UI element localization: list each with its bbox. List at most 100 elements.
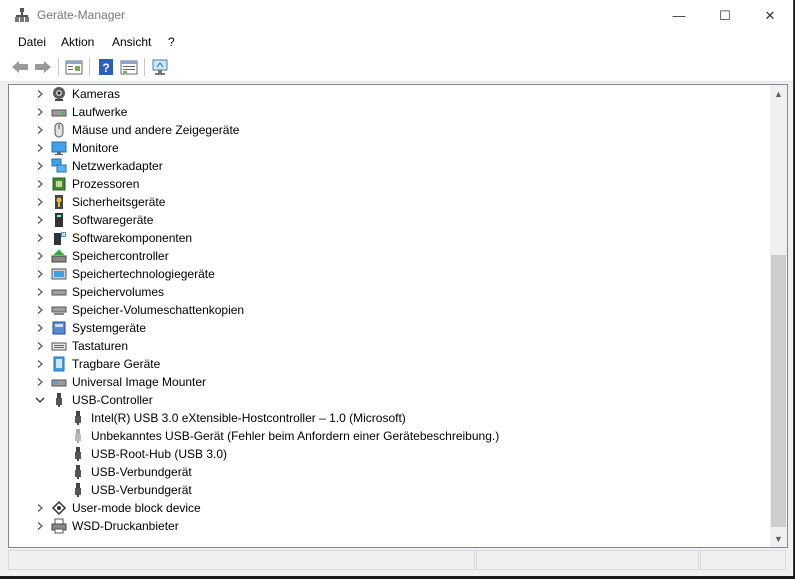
menu-datei[interactable]: Datei [18,35,46,49]
toolbar-separator [58,58,59,76]
monitor-icon [51,140,67,156]
maximize-button[interactable]: ☐ [702,0,748,31]
tree-item-label: Softwaregeräte [72,213,154,227]
status-cell [700,550,786,570]
view-icon[interactable] [119,57,139,77]
vertical-scrollbar[interactable]: ▲ ▼ [770,85,787,547]
tree-device[interactable]: Intel(R) USB 3.0 eXtensible-Hostcontroll… [9,409,767,427]
tree-device[interactable]: USB-Verbundgerät [9,481,767,499]
minimize-button[interactable]: — [656,0,702,31]
tree-device[interactable]: USB-Verbundgerät [9,463,767,481]
tree-category[interactable]: Tragbare Geräte [9,355,767,373]
tree-category[interactable]: Speichercontroller [9,247,767,265]
tree-device[interactable]: USB-Root-Hub (USB 3.0) [9,445,767,463]
menu-ansicht[interactable]: Ansicht [112,35,151,49]
chevron-right-icon[interactable] [35,89,45,99]
tree-item-label: Netzwerkadapter [72,159,163,173]
tree-category[interactable]: Systemgeräte [9,319,767,337]
forward-icon[interactable] [33,57,53,77]
tree-item-label: Universal Image Mounter [72,375,207,389]
chevron-right-icon[interactable] [35,215,45,225]
scroll-up-icon[interactable]: ▲ [770,85,787,102]
shadow-copy-icon [51,302,67,318]
storage-controller-icon [51,248,67,264]
tree-item-label: User-mode block device [72,501,201,515]
chevron-right-icon[interactable] [35,305,45,315]
chevron-right-icon[interactable] [35,359,45,369]
tree-device[interactable]: Unbekanntes USB-Gerät (Fehler beim Anfor… [9,427,767,445]
usb-icon [70,464,86,480]
chevron-right-icon[interactable] [35,125,45,135]
menu-aktion[interactable]: Aktion [61,35,94,49]
tree-category[interactable]: Speichertechnologiegeräte [9,265,767,283]
camera-icon [51,86,67,102]
chevron-down-icon[interactable] [35,395,45,405]
toolbar-separator [89,58,90,76]
scroll-down-icon[interactable]: ▼ [770,530,787,547]
chevron-right-icon[interactable] [35,341,45,351]
tree-item-label: Laufwerke [72,105,128,119]
tree-category[interactable]: Laufwerke [9,103,767,121]
chevron-right-icon[interactable] [35,323,45,333]
tree-item-label: Speichercontroller [72,249,169,263]
usb-icon [70,446,86,462]
tree-category[interactable]: WSD-Druckanbieter [9,517,767,535]
device-tree[interactable]: ▲ ▼ Kameras Laufwerke Mäuse und andere Zei… [8,84,788,548]
chevron-right-icon[interactable] [35,233,45,243]
tree-category[interactable]: Softwaregeräte [9,211,767,229]
printer-icon [51,518,67,534]
tree-item-label: Monitore [72,141,119,155]
tree-category[interactable]: Mäuse und andere Zeigegeräte [9,121,767,139]
tree-category[interactable]: Monitore [9,139,767,157]
chevron-right-icon[interactable] [35,179,45,189]
back-icon[interactable] [10,57,30,77]
tree-item-label: Speichertechnologiegeräte [72,267,215,281]
chevron-right-icon[interactable] [35,197,45,207]
tree-item-label: USB-Verbundgerät [91,483,192,497]
device-manager-app-icon [14,7,30,23]
properties-icon[interactable] [64,57,84,77]
help-icon[interactable]: ? [96,57,116,77]
close-button[interactable]: ✕ [747,0,793,31]
tree-category[interactable]: Sicherheitsgeräte [9,193,767,211]
usb-icon [70,482,86,498]
tree-category[interactable]: Prozessoren [9,175,767,193]
device-manager-window: Geräte-Manager — ☐ ✕ Datei Aktion Ansich… [0,0,794,576]
scrollbar-thumb[interactable] [771,255,786,527]
menu-bar: Datei Aktion Ansicht ? [0,31,793,53]
tree-category[interactable]: USB-Controller [9,391,767,409]
chevron-right-icon[interactable] [35,503,45,513]
software-device-icon [51,212,67,228]
monitor-scan-icon[interactable] [150,57,170,77]
mouse-icon [51,122,67,138]
drive-icon [51,104,67,120]
tree-item-label: WSD-Druckanbieter [72,519,179,533]
chevron-right-icon[interactable] [35,269,45,279]
chevron-right-icon[interactable] [35,161,45,171]
tree-category[interactable]: Softwarekomponenten [9,229,767,247]
tree-category[interactable]: Speichervolumes [9,283,767,301]
tree-category[interactable]: Universal Image Mounter [9,373,767,391]
tree-category[interactable]: Kameras [9,85,767,103]
tree-category[interactable]: Tastaturen [9,337,767,355]
tree-category[interactable]: Netzwerkadapter [9,157,767,175]
tree-item-label: USB-Verbundgerät [91,465,192,479]
tree-category[interactable]: Speicher-Volumeschattenkopien [9,301,767,319]
tree-item-label: Kameras [72,87,121,101]
menu-help[interactable]: ? [168,35,175,49]
chevron-right-icon[interactable] [35,287,45,297]
usb-icon [51,392,67,408]
toolbar: ? [0,53,793,82]
tree-item-label: Speicher-Volumeschattenkopien [72,303,245,317]
processor-icon [51,176,67,192]
network-icon [51,158,67,174]
chevron-right-icon[interactable] [35,521,45,531]
chevron-right-icon[interactable] [35,143,45,153]
tree-item-label: Intel(R) USB 3.0 eXtensible-Hostcontroll… [91,411,406,425]
usb-icon [70,410,86,426]
chevron-right-icon[interactable] [35,107,45,117]
chevron-right-icon[interactable] [35,251,45,261]
tree-category[interactable]: User-mode block device [9,499,767,517]
chevron-right-icon[interactable] [35,377,45,387]
title-bar[interactable]: Geräte-Manager — ☐ ✕ [0,0,793,31]
